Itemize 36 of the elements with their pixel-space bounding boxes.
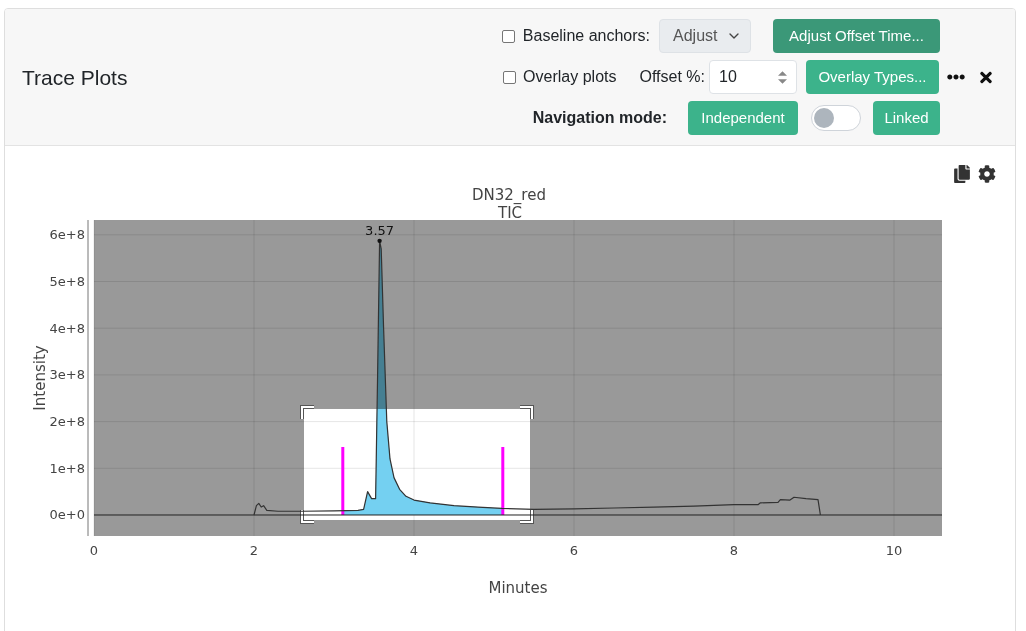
offset-input[interactable]: 10: [709, 60, 797, 94]
adjust-offset-button[interactable]: Adjust Offset Time...: [773, 19, 940, 53]
checkbox-label: Baseline anchors:: [522, 26, 650, 46]
peak-label: 3.57: [365, 222, 395, 238]
checkbox[interactable]: [501, 29, 515, 43]
x-tick-label: 6: [569, 543, 579, 558]
x-tick-label: 0: [89, 543, 99, 558]
checkbox[interactable]: [503, 70, 517, 84]
y-axis-title: Intensity: [31, 345, 49, 411]
x-tick-label: 2: [249, 543, 259, 558]
spinner-icon[interactable]: [778, 70, 787, 84]
navigation-label: Navigation mode:: [532, 108, 667, 128]
chart-subtitle: TIC: [497, 204, 523, 222]
checkbox-label: Overlay plots: [523, 67, 617, 87]
x-tick-label: 10: [885, 543, 903, 558]
toggle-switch[interactable]: [811, 105, 861, 131]
x-axis-title: Minutes: [488, 579, 548, 597]
chart-title: DN32_red: [472, 186, 546, 204]
settings-icon[interactable]: [978, 165, 996, 183]
overlay-types-button[interactable]: Overlay Types...: [806, 60, 939, 94]
mode-select[interactable]: Adjust: [659, 19, 751, 53]
y-tick-label: 0e+0: [49, 507, 85, 523]
peak-dot-icon: [377, 238, 382, 244]
independent-button[interactable]: Independent: [688, 101, 798, 135]
y-tick-label: 2e+8: [49, 414, 85, 430]
y-tick-label: 3e+8: [49, 367, 85, 383]
y-tick-label: 6e+8: [49, 227, 85, 243]
linked-button[interactable]: Linked: [873, 101, 940, 135]
y-tick-label: 5e+8: [49, 274, 85, 289]
x-tick-label: 4: [409, 543, 419, 558]
panel-title: Trace Plots: [22, 66, 128, 88]
y-tick-label: 4e+8: [49, 320, 85, 336]
x-tick-label: 8: [729, 543, 739, 558]
y-tick-label: 1e+8: [49, 460, 85, 476]
offset-label: Offset %:: [639, 67, 705, 87]
copy-icon[interactable]: [954, 165, 970, 183]
